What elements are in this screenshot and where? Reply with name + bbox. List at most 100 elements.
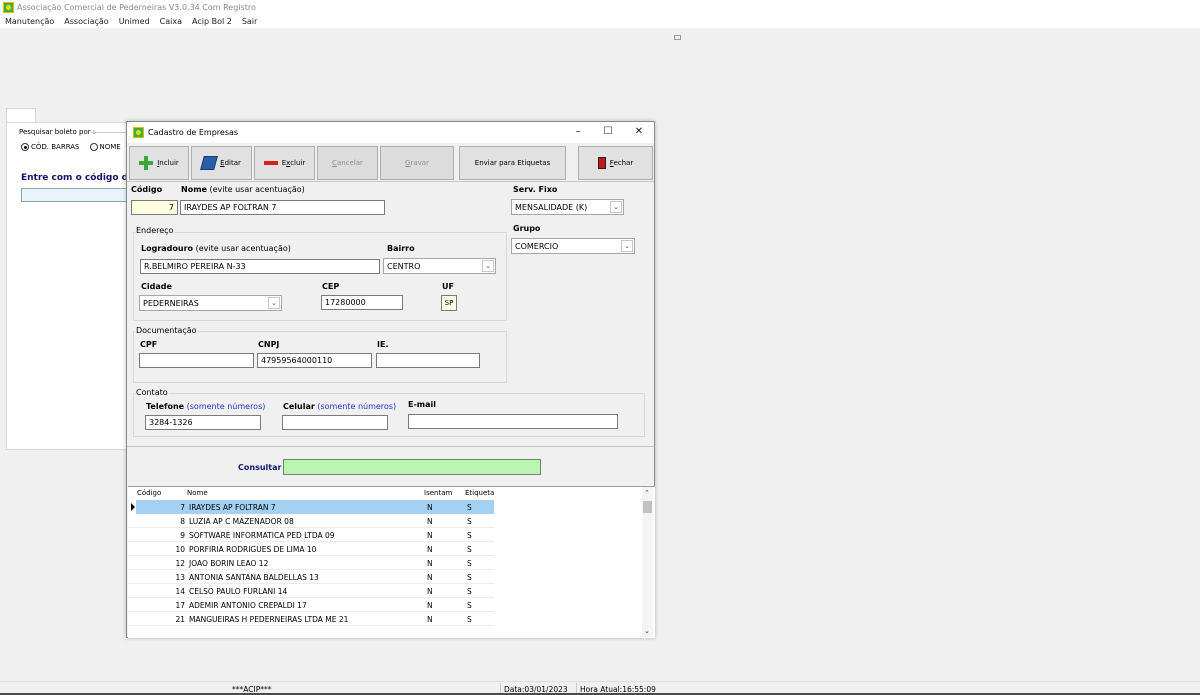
celular-field[interactable]: [282, 415, 388, 430]
scroll-down-icon[interactable]: ⌄: [644, 627, 650, 635]
table-row[interactable]: 10 PORFIRIA RODRIGUES DE LIMA 10 N S: [128, 542, 494, 556]
dialog-title: Cadastro de Empresas: [148, 128, 239, 137]
cancelar-button[interactable]: Cancelar: [317, 146, 378, 180]
editar-button[interactable]: Editar: [191, 146, 252, 180]
restore-icon[interactable]: [674, 35, 681, 40]
menu-acip-bol-2[interactable]: Acip Bol 2: [187, 17, 237, 26]
bairro-label: Bairro: [387, 244, 415, 253]
cidade-select[interactable]: PEDERNEIRAS ⌄: [139, 295, 282, 311]
chevron-down-icon[interactable]: ⌄: [621, 240, 633, 252]
uf-field[interactable]: SP: [441, 295, 457, 311]
incluir-button[interactable]: Incluir: [129, 146, 189, 180]
telefone-label: Telefone (somente números): [146, 402, 266, 411]
table-row[interactable]: 14 CELSO PAULO FURLANI 14 N S: [128, 584, 494, 598]
email-label: E-mail: [408, 400, 437, 409]
ie-field[interactable]: [376, 353, 480, 368]
menu-associacao[interactable]: Associação: [59, 17, 113, 26]
toolbar-separator: [127, 181, 654, 182]
radio-barcode[interactable]: [21, 143, 29, 151]
groupbox-line: [91, 132, 131, 133]
grid-vertical-scrollbar[interactable]: ⌃ ⌄: [642, 487, 653, 637]
table-row[interactable]: 12 JOAO BORIN LEAO 12 N S: [128, 556, 494, 570]
maximize-button[interactable]: ☐: [593, 122, 623, 143]
consultar-separator: [127, 446, 654, 447]
barcode-input[interactable]: [21, 188, 131, 202]
radio-barcode-label: CÓD. BARRAS: [31, 143, 80, 151]
cpf-field[interactable]: [139, 353, 254, 368]
endereco-group-title: Endereço: [135, 226, 175, 235]
menu-unimed[interactable]: Unimed: [114, 17, 155, 26]
cep-label: CEP: [322, 282, 340, 291]
scroll-up-icon[interactable]: ⌃: [644, 489, 650, 497]
col-header-codigo[interactable]: Código: [137, 489, 161, 497]
telefone-field[interactable]: 3284-1326: [145, 415, 261, 430]
minus-icon: [263, 161, 278, 165]
serv-fixo-value: MENSALIDADE (K): [515, 203, 588, 212]
search-by-label: Pesquisar boleto por :: [19, 128, 96, 136]
bairro-value: CENTRO: [387, 262, 421, 271]
codigo-field[interactable]: 7: [131, 200, 178, 215]
excluir-button[interactable]: Excluir: [254, 146, 315, 180]
grupo-value: COMERCIO: [515, 242, 559, 251]
plus-icon: [139, 156, 154, 170]
cidade-label: Cidade: [141, 282, 172, 291]
cep-field[interactable]: 17280000: [321, 295, 403, 310]
table-row[interactable]: 7 IRAYDES AP FOLTRAN 7 N S: [136, 500, 494, 514]
cell-nome: IRAYDES AP FOLTRAN 7: [189, 503, 276, 512]
exit-door-icon: [597, 157, 606, 169]
radio-name-label: NOME: [99, 143, 121, 151]
cpf-label: CPF: [140, 340, 158, 349]
chevron-down-icon[interactable]: ⌄: [610, 201, 622, 213]
table-row[interactable]: 8 LUZIA AP C MAZENADOR 08 N S: [128, 514, 494, 528]
menu-sair[interactable]: Sair: [237, 17, 263, 26]
table-row[interactable]: 21 MANGUEIRAS H PEDERNEIRAS LTDA ME 21 N…: [128, 612, 494, 626]
menu-manutencao[interactable]: Manutenção: [0, 17, 59, 26]
editar-label: Editar: [220, 159, 241, 167]
nome-label: Nome (evite usar acentuação): [181, 185, 305, 194]
table-row[interactable]: 9 SOFTWARE INFORMATICA PED LTDA 09 N S: [128, 528, 494, 542]
radio-name[interactable]: [89, 143, 98, 151]
col-header-isentam[interactable]: Isentam: [424, 489, 452, 497]
fechar-button[interactable]: Fechar: [578, 146, 653, 180]
cadastro-empresas-dialog: Cadastro de Empresas – ☐ ✕ Incluir Edita…: [126, 121, 655, 638]
col-header-nome[interactable]: Nome: [187, 489, 208, 497]
chevron-down-icon[interactable]: ⌄: [482, 260, 494, 272]
cancelar-label: Cancelar: [332, 159, 363, 167]
chevron-down-icon[interactable]: ⌄: [268, 297, 280, 309]
menu-caixa[interactable]: Caixa: [155, 17, 187, 26]
serv-fixo-select[interactable]: MENSALIDADE (K) ⌄: [511, 199, 624, 215]
current-row-indicator-icon: [131, 503, 135, 511]
dialog-app-icon: [133, 127, 144, 138]
scroll-thumb[interactable]: [643, 501, 652, 513]
app-icon: [3, 2, 14, 13]
empresas-grid[interactable]: Código Nome Isentam Etiqueta 7 IRAYDES A…: [128, 486, 655, 638]
consultar-input[interactable]: [283, 459, 541, 475]
col-header-etiqueta[interactable]: Etiqueta: [465, 489, 494, 497]
menu-bar: Manutenção Associação Unimed Caixa Acip …: [0, 15, 1200, 28]
email-field[interactable]: [408, 414, 618, 429]
nome-field[interactable]: IRAYDES AP FOLTRAN 7: [180, 200, 385, 215]
minimize-button[interactable]: –: [563, 122, 593, 143]
table-row[interactable]: 17 ADEMIR ANTONIO CREPALDI 17 N S: [128, 598, 494, 612]
bairro-select[interactable]: CENTRO ⌄: [383, 258, 496, 274]
ie-label: IE.: [377, 340, 389, 349]
dialog-title-bar: Cadastro de Empresas – ☐ ✕: [127, 122, 654, 143]
incluir-label: Incluir: [157, 159, 179, 167]
cnpj-field[interactable]: 47959564000110: [257, 353, 372, 368]
search-mode-radios: CÓD. BARRAS NOME: [21, 143, 121, 151]
excluir-label: Excluir: [281, 159, 306, 167]
close-button[interactable]: ✕: [624, 122, 654, 143]
table-row[interactable]: 13 ANTONIA SANTANA BALDELLAS 13 N S: [128, 570, 494, 584]
enviar-etiquetas-label: Enviar para Etiquetas: [474, 159, 551, 167]
grid-header: Código Nome Isentam Etiqueta: [128, 487, 494, 499]
cnpj-label: CNPJ: [258, 340, 280, 349]
grupo-select[interactable]: COMERCIO ⌄: [511, 238, 635, 254]
codigo-label: Código: [131, 185, 163, 194]
enviar-etiquetas-button[interactable]: Enviar para Etiquetas: [459, 146, 566, 180]
background-tab[interactable]: [6, 108, 36, 123]
edit-icon: [200, 156, 219, 170]
cell-codigo: 7: [180, 503, 185, 512]
gravar-label: Gravar: [405, 159, 429, 167]
gravar-button[interactable]: Gravar: [380, 146, 454, 180]
logradouro-field[interactable]: R.BELMIRO PEREIRA N-33: [140, 259, 380, 274]
